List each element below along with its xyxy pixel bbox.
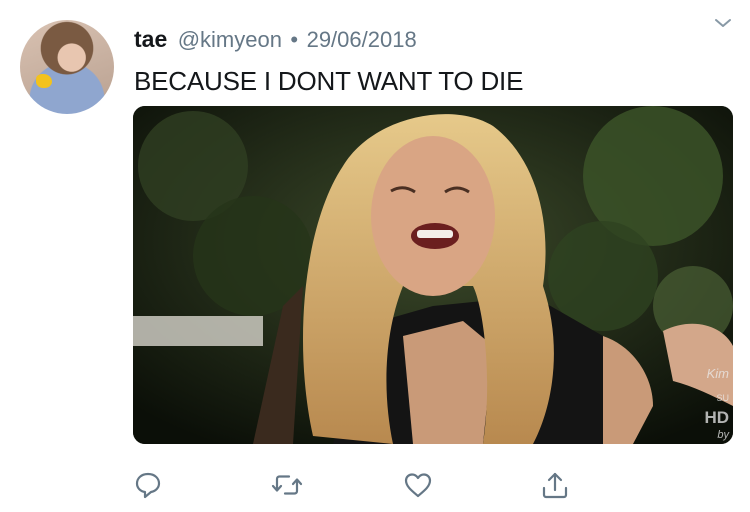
separator-dot: • xyxy=(290,27,299,52)
tweet-card[interactable]: tae @kimyeon • 29/06/2018 BECAUSE I DONT… xyxy=(0,0,750,512)
chevron-down-icon[interactable] xyxy=(714,14,732,32)
tweet-actions xyxy=(0,470,750,506)
user-handle[interactable]: @kimyeon xyxy=(178,27,282,52)
share-button[interactable] xyxy=(538,470,572,504)
share-icon xyxy=(540,470,570,505)
watermark-sub: SU xyxy=(716,393,729,403)
tweet-header: tae @kimyeon • 29/06/2018 xyxy=(134,26,417,53)
watermark-by: by xyxy=(717,429,729,441)
retweet-icon xyxy=(271,470,303,505)
reply-button[interactable] xyxy=(131,470,165,504)
retweet-button[interactable] xyxy=(270,470,304,504)
watermark-name: Kim xyxy=(706,366,729,381)
reply-icon xyxy=(133,470,163,505)
avatar[interactable] xyxy=(20,20,114,114)
display-name[interactable]: tae xyxy=(134,26,167,52)
watermark-hd: HD xyxy=(704,408,729,427)
avatar-food xyxy=(36,74,52,88)
tweet-date[interactable]: 29/06/2018 xyxy=(307,27,417,52)
tweet-text: BECAUSE I DONT WANT TO DIE xyxy=(134,66,524,96)
like-icon xyxy=(403,470,433,505)
tweet-media-image[interactable]: Kim SU HD by xyxy=(133,106,733,444)
like-button[interactable] xyxy=(401,470,435,504)
